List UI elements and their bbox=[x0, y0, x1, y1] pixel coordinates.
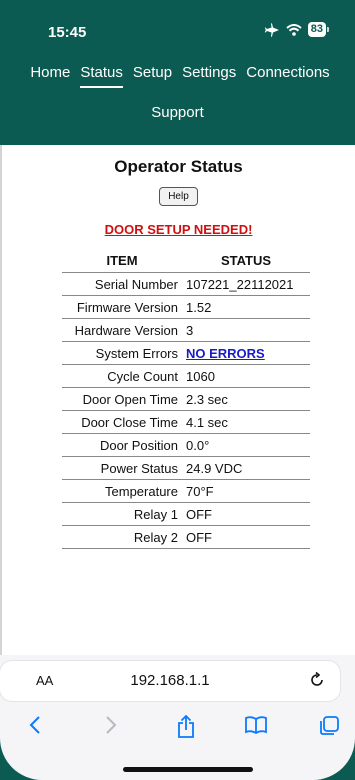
table-row: Hardware Version 3 bbox=[62, 319, 310, 342]
row-label: Relay 2 bbox=[62, 526, 182, 549]
row-value: NO ERRORS bbox=[182, 342, 310, 365]
row-label: Serial Number bbox=[62, 273, 182, 296]
row-label: Door Open Time bbox=[62, 388, 182, 411]
battery-icon: 83 bbox=[307, 22, 326, 37]
header-item: ITEM bbox=[62, 249, 182, 273]
row-label: Hardware Version bbox=[62, 319, 182, 342]
row-value: 1.52 bbox=[182, 296, 310, 319]
status-table: ITEM STATUS Serial Number 107221_2211202… bbox=[62, 249, 310, 549]
table-row: Power Status 24.9 VDC bbox=[62, 457, 310, 480]
share-icon[interactable] bbox=[176, 714, 196, 744]
row-value: 24.9 VDC bbox=[182, 457, 310, 480]
table-row: Door Position 0.0° bbox=[62, 434, 310, 457]
page-title: Operator Status bbox=[114, 157, 243, 176]
content-area: Operator Status Help DOOR SETUP NEEDED! … bbox=[0, 145, 355, 655]
back-icon[interactable] bbox=[28, 715, 42, 740]
table-row: Cycle Count 1060 bbox=[62, 365, 310, 388]
table-row: System Errors NO ERRORS bbox=[62, 342, 310, 365]
row-label: Relay 1 bbox=[62, 503, 182, 526]
table-header-row: ITEM STATUS bbox=[62, 249, 310, 273]
nav-status[interactable]: Status bbox=[80, 64, 123, 88]
home-indicator bbox=[123, 767, 253, 772]
reload-icon[interactable] bbox=[308, 671, 326, 694]
status-time: 15:45 bbox=[48, 24, 87, 41]
row-label: Door Position bbox=[62, 434, 182, 457]
row-value: 4.1 sec bbox=[182, 411, 310, 434]
table-row: Firmware Version 1.52 bbox=[62, 296, 310, 319]
wifi-icon bbox=[286, 23, 302, 36]
nav-connections[interactable]: Connections bbox=[246, 64, 329, 88]
row-value: 107221_22112021 bbox=[182, 273, 310, 296]
status-icons: 83 bbox=[264, 22, 329, 37]
row-value: 3 bbox=[182, 319, 310, 342]
row-label: Firmware Version bbox=[62, 296, 182, 319]
airplane-icon bbox=[264, 22, 280, 37]
phone-screen: 15:45 83 Home Status Setup Settings Conn… bbox=[0, 0, 355, 780]
row-value: 0.0° bbox=[182, 434, 310, 457]
header-status: STATUS bbox=[182, 249, 310, 273]
row-value: 70°F bbox=[182, 480, 310, 503]
browser-toolbar bbox=[0, 709, 355, 745]
nav-setup[interactable]: Setup bbox=[133, 64, 172, 88]
door-setup-warning-link[interactable]: DOOR SETUP NEEDED! bbox=[2, 222, 355, 237]
row-value: OFF bbox=[182, 526, 310, 549]
battery-tip bbox=[327, 27, 329, 32]
row-label: Cycle Count bbox=[62, 365, 182, 388]
table-row: Relay 1 OFF bbox=[62, 503, 310, 526]
table-row: Door Open Time 2.3 sec bbox=[62, 388, 310, 411]
row-value: 2.3 sec bbox=[182, 388, 310, 411]
nav-row: Home Status Setup Settings Connections bbox=[0, 64, 355, 88]
forward-icon[interactable] bbox=[104, 715, 118, 740]
url-text[interactable]: 192.168.1.1 bbox=[0, 672, 340, 689]
row-label: Door Close Time bbox=[62, 411, 182, 434]
browser-bottom-bar: AA 192.168.1.1 bbox=[0, 655, 355, 780]
table-row: Relay 2 OFF bbox=[62, 526, 310, 549]
address-bar[interactable]: AA 192.168.1.1 bbox=[0, 661, 340, 701]
help-wrap: Help bbox=[2, 186, 355, 206]
help-button[interactable]: Help bbox=[159, 187, 198, 206]
row-label: Power Status bbox=[62, 457, 182, 480]
table-row: Serial Number 107221_22112021 bbox=[62, 273, 310, 296]
row-label: System Errors bbox=[62, 342, 182, 365]
row-value: OFF bbox=[182, 503, 310, 526]
system-errors-link[interactable]: NO ERRORS bbox=[186, 346, 265, 361]
row-value: 1060 bbox=[182, 365, 310, 388]
table-row: Temperature 70°F bbox=[62, 480, 310, 503]
nav-support[interactable]: Support bbox=[0, 104, 355, 121]
status-bar: 15:45 83 bbox=[0, 0, 355, 58]
nav-home[interactable]: Home bbox=[30, 64, 70, 88]
bookmarks-icon[interactable] bbox=[244, 715, 268, 740]
row-label: Temperature bbox=[62, 480, 182, 503]
table-row: Door Close Time 4.1 sec bbox=[62, 411, 310, 434]
nav-settings[interactable]: Settings bbox=[182, 64, 236, 88]
tabs-icon[interactable] bbox=[318, 715, 340, 742]
